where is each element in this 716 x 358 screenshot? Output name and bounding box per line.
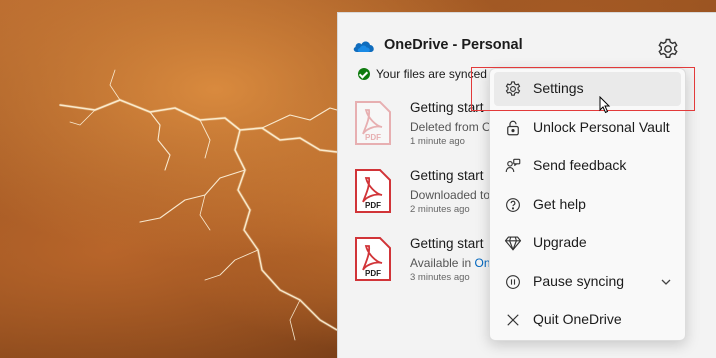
file-activity-prefix: Available in: [410, 256, 475, 270]
gear-icon[interactable]: [656, 37, 680, 61]
feedback-icon: [505, 158, 521, 173]
pdf-icon: PDF: [355, 101, 391, 145]
menu-item-label: Get help: [533, 196, 586, 212]
file-time: 3 minutes ago: [410, 272, 470, 283]
menu-item-upgrade[interactable]: Upgrade: [494, 226, 681, 260]
svg-text:PDF: PDF: [365, 201, 381, 210]
file-item[interactable]: PDF Getting start Available in On 3 minu…: [354, 236, 494, 296]
file-activity: Deleted from O: [410, 120, 492, 134]
menu-item-label: Quit OneDrive: [533, 311, 622, 327]
pause-icon: [506, 275, 520, 289]
check-icon: [358, 68, 370, 80]
file-name: Getting start: [410, 236, 484, 251]
file-time: 2 minutes ago: [410, 204, 470, 215]
onedrive-cloud-icon: [353, 41, 374, 52]
menu-item-label: Upgrade: [533, 234, 587, 250]
file-item[interactable]: PDF Getting start Downloaded to 2 minute…: [354, 168, 494, 228]
menu-item-send-feedback[interactable]: Send feedback: [494, 149, 681, 183]
diamond-icon: [504, 236, 522, 251]
file-name: Getting start: [410, 168, 484, 183]
file-time: 1 minute ago: [410, 136, 465, 147]
menu-item-label: Pause syncing: [533, 273, 625, 289]
lock-icon: [507, 120, 519, 136]
chevron-down-icon[interactable]: [660, 276, 672, 288]
menu-item-label: Send feedback: [533, 157, 627, 173]
menu-item-get-help[interactable]: Get help: [494, 188, 681, 222]
pdf-icon: PDF: [355, 237, 391, 281]
pdf-icon: PDF: [355, 169, 391, 213]
help-icon: [506, 198, 520, 212]
menu-item-label: Unlock Personal Vault: [533, 119, 670, 135]
file-activity: Available in On: [410, 256, 491, 270]
sync-status: Your files are synced: [358, 67, 487, 81]
menu-item-unlock-vault[interactable]: Unlock Personal Vault: [494, 111, 681, 145]
file-activity: Downloaded to: [410, 188, 491, 202]
flyout-header: OneDrive - Personal: [352, 37, 523, 53]
svg-text:PDF: PDF: [365, 133, 381, 142]
menu-item-pause-syncing[interactable]: Pause syncing: [494, 265, 681, 299]
menu-item-quit[interactable]: Quit OneDrive: [494, 303, 681, 337]
mouse-cursor-icon: [599, 96, 611, 114]
annotation-highlight-box: [471, 67, 695, 111]
svg-text:PDF: PDF: [365, 269, 381, 278]
app-title: OneDrive - Personal: [384, 37, 523, 53]
close-icon: [507, 314, 519, 326]
